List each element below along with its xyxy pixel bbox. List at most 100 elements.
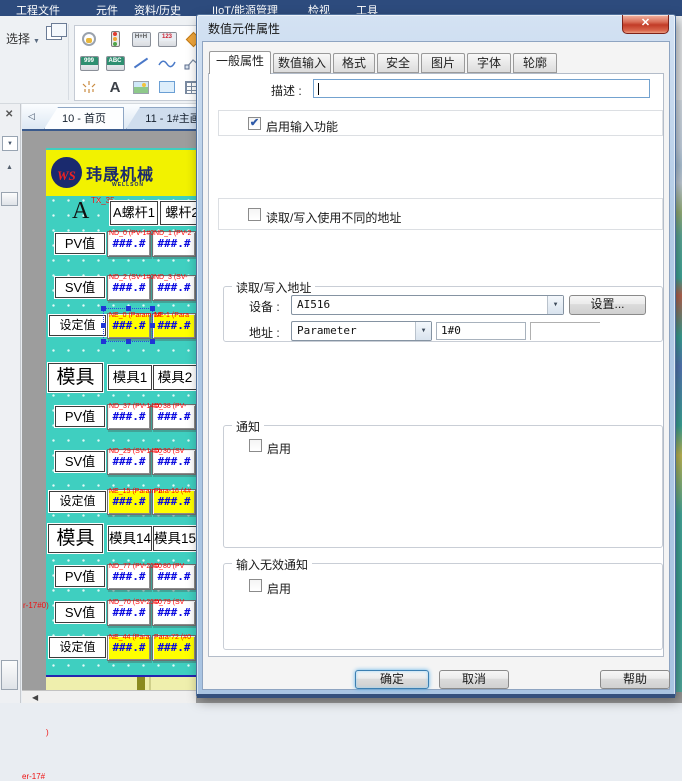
panel-dropdown-button[interactable]: ▼ [2,136,18,151]
pv-row: PV值 ND_37 (PV-14#0###.# D_38 (PV-###.# [46,401,196,433]
tab-scroll-left-icon[interactable]: ◁ [28,111,35,122]
column-label[interactable]: 模具2 [153,365,196,390]
numeric-display[interactable]: ND_37 (PV-14#0###.# [107,404,151,430]
tab-picture[interactable]: 图片 [421,53,465,73]
row-label[interactable]: SV值 [55,451,105,472]
invalid-enable-checkbox[interactable] [249,579,262,592]
device-settings-button[interactable]: 设置... [569,295,646,315]
screen-tab-home[interactable]: 10 - 首页 [44,107,124,129]
text-display-icon[interactable]: ABC [104,53,126,73]
group-legend: 读取/写入地址 [232,279,315,296]
description-input[interactable] [313,79,650,98]
help-button[interactable]: 帮助 [600,670,670,689]
numeric-display[interactable]: ND_3 (SV-###.# [152,275,196,301]
rectangle-tool-icon[interactable] [156,77,178,97]
scroll-left-icon[interactable]: ◀ [32,693,38,702]
numeric-display[interactable]: ND_29 (SV-14#0###.# [107,449,151,475]
image-tool-icon[interactable] [130,77,152,97]
sparkle-tool-icon[interactable] [78,77,100,97]
address-type-combobox[interactable]: Parameter▼ [291,321,432,341]
numeric-input-selected[interactable]: NE_0 (Param-1####.# [107,313,151,339]
margin-annotation: r-17#0) [23,601,49,610]
address-value-input[interactable]: 1#0 [436,322,526,340]
numeric-input[interactable]: Para-16 (4####.# [152,489,196,515]
tab-format[interactable]: 格式 [333,53,375,73]
column-label[interactable]: A螺杆1 [110,201,158,225]
numeric-display[interactable]: ND_77 (PV-25#0###.# [107,564,151,590]
lamp-icon[interactable] [78,29,100,49]
tab-numeric-input[interactable]: 数值输入 [273,53,331,73]
numeric-input[interactable]: Para-72 (#0###.# [152,635,196,661]
word-button-icon[interactable]: H+H [130,29,152,49]
chevron-down-icon[interactable]: ▼ [547,296,563,314]
row-label[interactable]: PV值 [55,566,105,587]
panel-small-button[interactable] [1,192,18,206]
menu-item-project[interactable]: 工程文件 [16,2,60,18]
menu-item-data-history[interactable]: 资料/历史 [134,2,181,18]
pv-row: PV值 ND_0 (PV-1#0###.# ND_1 (PV-2###.# [46,228,196,260]
enable-input-label: 启用输入功能 [266,118,338,135]
curve-tool-icon[interactable] [156,53,178,73]
left-panel-rail: ✕ ▼ ▲ [0,104,21,703]
menu-item-element[interactable]: 元件 [96,2,118,18]
cancel-button[interactable]: 取消 [439,670,509,689]
column-label[interactable]: 螺杆2 [160,201,196,225]
panel-bottom-button[interactable] [1,660,18,690]
column-label[interactable]: 模具1 [108,365,152,390]
numeric-display[interactable]: ND_70 (SV-25#0###.# [107,600,151,626]
tab-general[interactable]: 一般属性 [209,51,271,74]
numeric-display[interactable]: D_80 (PV###.# [152,564,196,590]
copy-screen-icon[interactable] [46,26,62,40]
tab-security[interactable]: 安全 [377,53,419,73]
row-label[interactable]: 设定值 [49,315,106,336]
address-label: 地址 : [249,324,280,341]
mold-header-row: 模具 模具14 模具15 [46,524,196,558]
mold-header-row: 模具 模具1 模具2 [46,363,196,397]
device-combobox[interactable]: AI516▼ [291,295,564,315]
toolbar-divider [68,24,69,100]
row-label[interactable]: PV值 [55,233,105,254]
numeric-display[interactable]: D_79 (SV###.# [152,600,196,626]
invalid-input-notification-group: 输入无效通知 启用 [223,563,663,650]
traffic-light-icon[interactable] [104,29,126,49]
column-label[interactable]: 模具15 [153,526,196,551]
numeric-display[interactable]: D_30 (SV###.# [152,449,196,475]
dialog-close-button[interactable]: ✕ [622,15,669,34]
chevron-down-icon[interactable]: ▼ [415,322,431,340]
margin-annotation: er-17# [22,772,45,781]
enable-input-checkbox[interactable]: ✔ [248,117,261,130]
row-label[interactable]: 设定值 [49,491,106,512]
numeric-display-icon[interactable]: 999 [78,53,100,73]
notification-enable-checkbox[interactable] [249,439,262,452]
section-title[interactable]: 模具 [48,363,103,392]
scroll-up-icon[interactable]: ▲ [6,164,13,171]
row-label[interactable]: SV值 [55,277,105,298]
panel-close-icon[interactable]: ✕ [5,109,13,120]
horizontal-scrollbar[interactable]: ◀ [22,690,196,703]
numeric-input[interactable]: NE_15 (Param-1###.# [107,489,151,515]
hmi-canvas[interactable]: WS 玮晟机械 WELLSON A TX_35 A螺杆1 螺杆2 PV值 ND_… [46,148,196,690]
tab-font[interactable]: 字体 [467,53,511,73]
numeric-display[interactable]: ND_1 (PV-2###.# [152,231,196,257]
numeric-display[interactable]: ND_2 (SV-1#0###.# [107,275,151,301]
numeric-display[interactable]: ND_0 (PV-1#0###.# [107,231,151,257]
text-tool-icon[interactable]: A [104,77,126,97]
select-tool-button[interactable]: 选择▼ [6,30,40,47]
row-label[interactable]: SV值 [55,602,105,623]
chevron-down-icon: ▼ [7,141,13,147]
pv-row: PV值 ND_77 (PV-25#0###.# D_80 (PV###.# [46,561,196,593]
big-letter-text[interactable]: A [72,198,89,225]
numeric-input[interactable]: NE-1 (Para###.# [152,313,196,339]
row-label[interactable]: 设定值 [49,637,106,658]
tab-outline[interactable]: 轮廓 [513,53,557,73]
column-label[interactable]: 模具14 [108,526,152,551]
row-label[interactable]: PV值 [55,406,105,427]
numeric-button-icon[interactable]: 123 [156,29,178,49]
numeric-display[interactable]: D_38 (PV-###.# [152,404,196,430]
section-title[interactable]: 模具 [48,524,103,553]
numeric-input[interactable]: NE_44 (Para###.# [107,635,151,661]
sv-row: SV值 ND_2 (SV-1#0###.# ND_3 (SV-###.# [46,272,196,304]
ok-button[interactable]: 确定 [355,670,429,689]
line-tool-icon[interactable] [130,53,152,73]
diff-address-checkbox[interactable] [248,208,261,221]
